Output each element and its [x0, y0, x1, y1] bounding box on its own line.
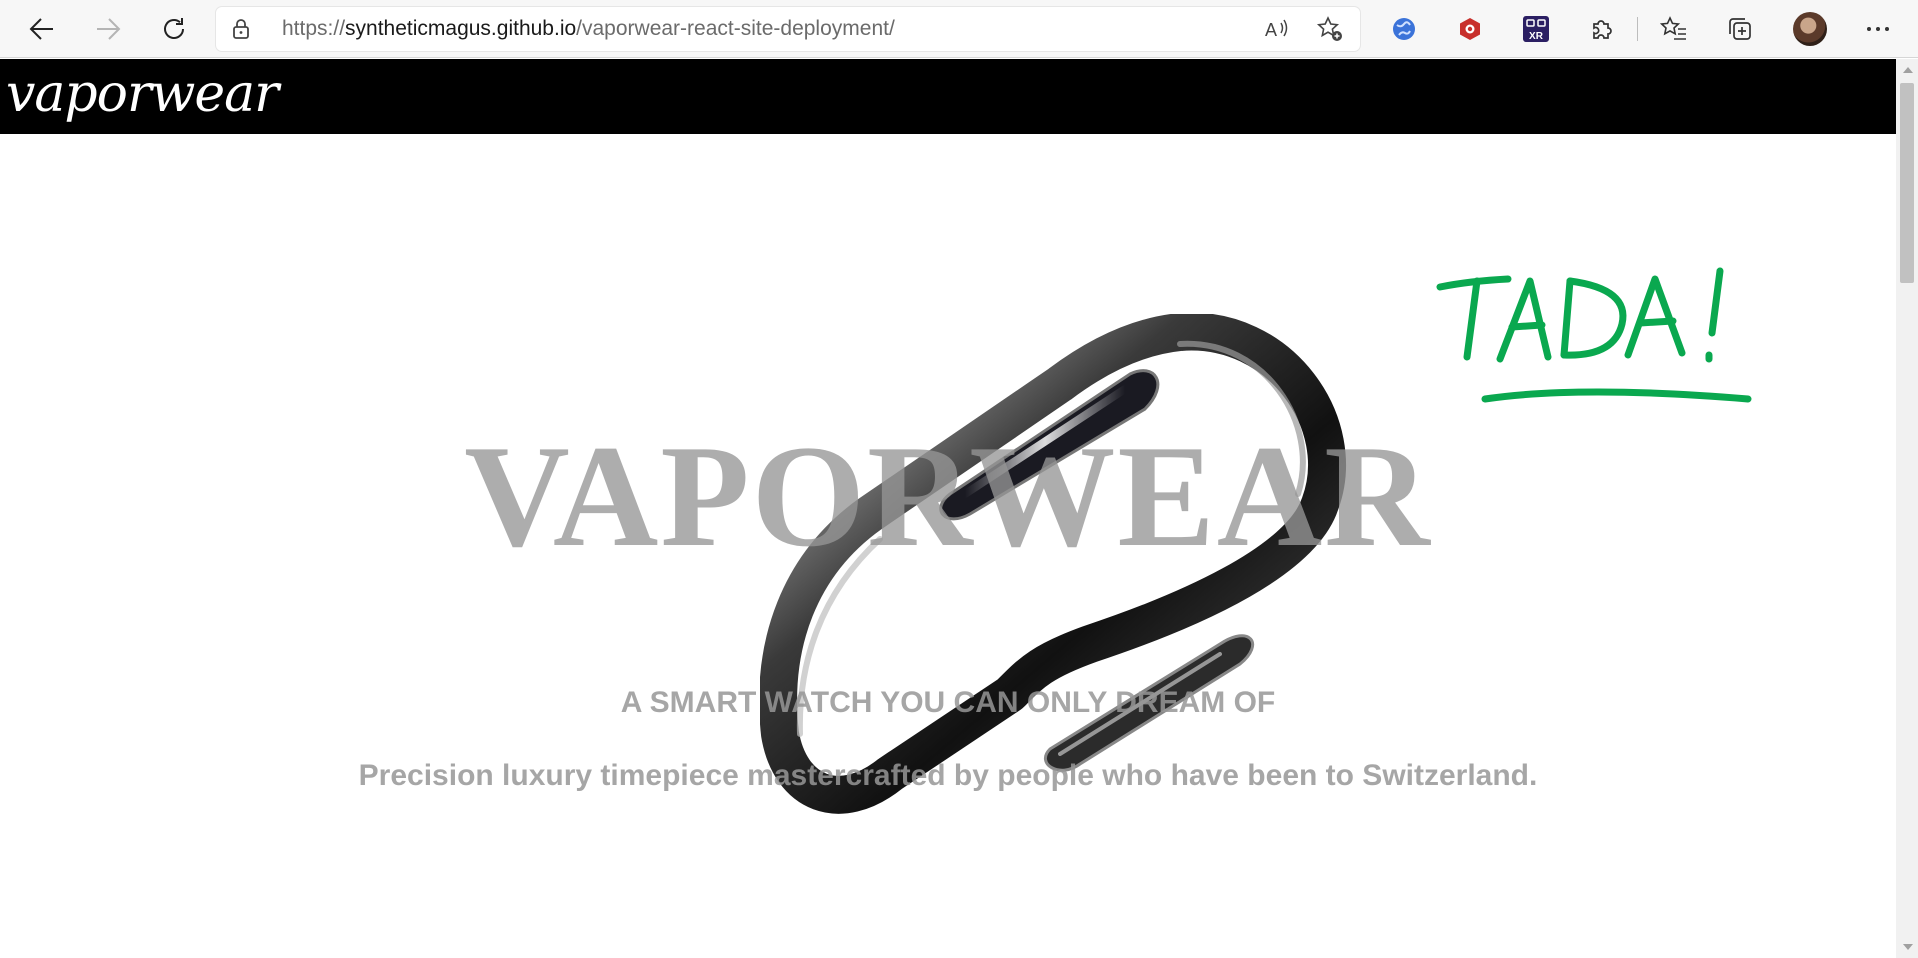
forward-button[interactable]: [88, 9, 128, 49]
refresh-icon: [164, 18, 184, 39]
url-path: /vaporwear-react-site-deployment/: [576, 17, 895, 40]
forward-arrow-icon: [97, 18, 121, 40]
avatar: [1793, 12, 1827, 46]
back-arrow-icon: [29, 18, 53, 40]
more-menu-button[interactable]: [1858, 9, 1898, 49]
globe-extension-icon[interactable]: [1384, 9, 1424, 49]
site-header: vaporwear: [0, 59, 1896, 134]
hero-title: VAPORWEAR: [464, 415, 1432, 577]
favorites-icon: [1660, 16, 1686, 40]
svg-text:A: A: [1265, 20, 1277, 40]
page-scrollbar[interactable]: [1896, 59, 1918, 958]
collections-button[interactable]: [1720, 9, 1760, 49]
lock-icon[interactable]: [232, 18, 250, 44]
hero-subtitle: A SMART WATCH YOU CAN ONLY DREAM OF: [620, 686, 1276, 719]
toolbar-separator: [1637, 17, 1638, 41]
address-bar[interactable]: https://syntheticmagus.github.io/vaporwe…: [216, 7, 1360, 51]
smartwatch-3d-render[interactable]: [760, 314, 1360, 884]
add-favorite-icon[interactable]: [1316, 15, 1344, 43]
tada-handwritten-annotation: [1436, 267, 1752, 403]
puzzle-extensions-icon[interactable]: [1582, 9, 1622, 49]
favorites-button[interactable]: [1654, 9, 1694, 49]
more-dots-icon: [1867, 27, 1889, 31]
profile-button[interactable]: [1790, 9, 1830, 49]
xr-label: XR: [1529, 31, 1544, 42]
scroll-down-arrow-icon[interactable]: [1903, 944, 1913, 950]
url-host: syntheticmagus.github.io: [345, 17, 577, 40]
url-text[interactable]: https://syntheticmagus.github.io/vaporwe…: [282, 7, 895, 51]
scroll-up-arrow-icon[interactable]: [1903, 67, 1913, 73]
xr-extension-icon[interactable]: XR: [1516, 9, 1556, 49]
brand-logo[interactable]: vaporwear: [6, 59, 279, 134]
hexagon-extension-icon[interactable]: [1450, 9, 1490, 49]
url-scheme: https://: [282, 17, 346, 40]
browser-toolbar: https://syntheticmagus.github.io/vaporwe…: [0, 0, 1918, 58]
refresh-button[interactable]: [154, 9, 194, 49]
back-button[interactable]: [22, 9, 62, 49]
page-viewport: vaporwear VAPORWEAR A SMART WATCH YOU CA…: [0, 59, 1896, 958]
collections-icon: [1729, 18, 1751, 40]
read-aloud-icon[interactable]: A: [1263, 15, 1291, 43]
scroll-thumb[interactable]: [1900, 83, 1914, 283]
hero-description: Precision luxury timepiece mastercrafted…: [358, 759, 1538, 792]
